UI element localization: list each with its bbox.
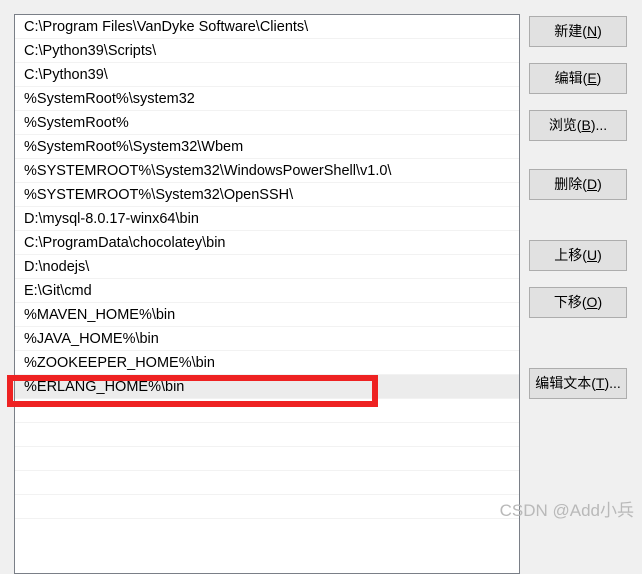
delete-button[interactable]: 删除(D) [529, 169, 627, 200]
button-label-text: 上移( [554, 247, 587, 263]
path-list-item[interactable]: D:\nodejs\ [15, 255, 519, 279]
button-label-text: 新建( [554, 23, 587, 39]
button-mnemonic: U [586, 247, 598, 263]
button-label-text: 编辑( [554, 70, 588, 86]
path-list-item[interactable]: %ERLANG_HOME%\bin [15, 375, 519, 399]
button-label-suffix: ) [596, 70, 602, 86]
button-label-suffix: ) [597, 176, 602, 192]
path-list-item[interactable]: %SYSTEMROOT%\System32\WindowsPowerShell\… [15, 159, 519, 183]
button-mnemonic: E [587, 70, 597, 86]
button-mnemonic: D [586, 176, 598, 192]
edit-text-button[interactable]: 编辑文本(T)... [529, 368, 627, 399]
path-list-item[interactable]: D:\mysql-8.0.17-winx64\bin [15, 207, 519, 231]
button-label-suffix: )... [604, 375, 621, 391]
environment-variable-path-dialog: C:\Program Files\VanDyke Software\Client… [0, 0, 642, 574]
path-list-item[interactable]: C:\Python39\Scripts\ [15, 39, 519, 63]
path-list-item[interactable]: E:\Git\cmd [15, 279, 519, 303]
path-list-empty-row[interactable] [15, 447, 519, 471]
path-list-empty-row[interactable] [15, 471, 519, 495]
button-mnemonic: B [581, 117, 591, 133]
button-label-suffix: ) [597, 23, 602, 39]
new-button[interactable]: 新建(N) [529, 16, 627, 47]
path-list-item[interactable]: %SystemRoot% [15, 111, 519, 135]
button-mnemonic: N [586, 23, 598, 39]
move-up-button[interactable]: 上移(U) [529, 240, 627, 271]
button-label-suffix: )... [590, 117, 608, 133]
button-label-text: 删除( [554, 176, 587, 192]
button-label-suffix: ) [597, 247, 602, 263]
watermark-label: CSDN @Add小兵 [499, 501, 634, 520]
path-list-item[interactable]: %SystemRoot%\system32 [15, 87, 519, 111]
path-list-empty-row[interactable] [15, 495, 519, 519]
path-list-item[interactable]: C:\ProgramData\chocolatey\bin [15, 231, 519, 255]
button-label-text: 下移( [553, 294, 587, 310]
button-label-text: 浏览( [548, 117, 582, 133]
edit-button[interactable]: 编辑(E) [529, 63, 627, 94]
button-label-text: 编辑文本( [535, 375, 596, 391]
path-listbox[interactable]: C:\Program Files\VanDyke Software\Client… [14, 14, 520, 574]
button-mnemonic: O [586, 294, 598, 310]
path-list-empty-row[interactable] [15, 423, 519, 447]
path-list-item[interactable]: %SYSTEMROOT%\System32\OpenSSH\ [15, 183, 519, 207]
path-list-item[interactable]: %SystemRoot%\System32\Wbem [15, 135, 519, 159]
path-list-item[interactable]: %MAVEN_HOME%\bin [15, 303, 519, 327]
browse-button[interactable]: 浏览(B)... [529, 110, 627, 141]
path-list-empty-row[interactable] [15, 399, 519, 423]
button-label-suffix: ) [597, 294, 603, 310]
path-list-item[interactable]: C:\Python39\ [15, 63, 519, 87]
path-list-container: C:\Program Files\VanDyke Software\Client… [15, 15, 519, 573]
path-list-item[interactable]: %ZOOKEEPER_HOME%\bin [15, 351, 519, 375]
move-down-button[interactable]: 下移(O) [529, 287, 627, 318]
path-list-item[interactable]: %JAVA_HOME%\bin [15, 327, 519, 351]
path-list-item[interactable]: C:\Program Files\VanDyke Software\Client… [15, 15, 519, 39]
